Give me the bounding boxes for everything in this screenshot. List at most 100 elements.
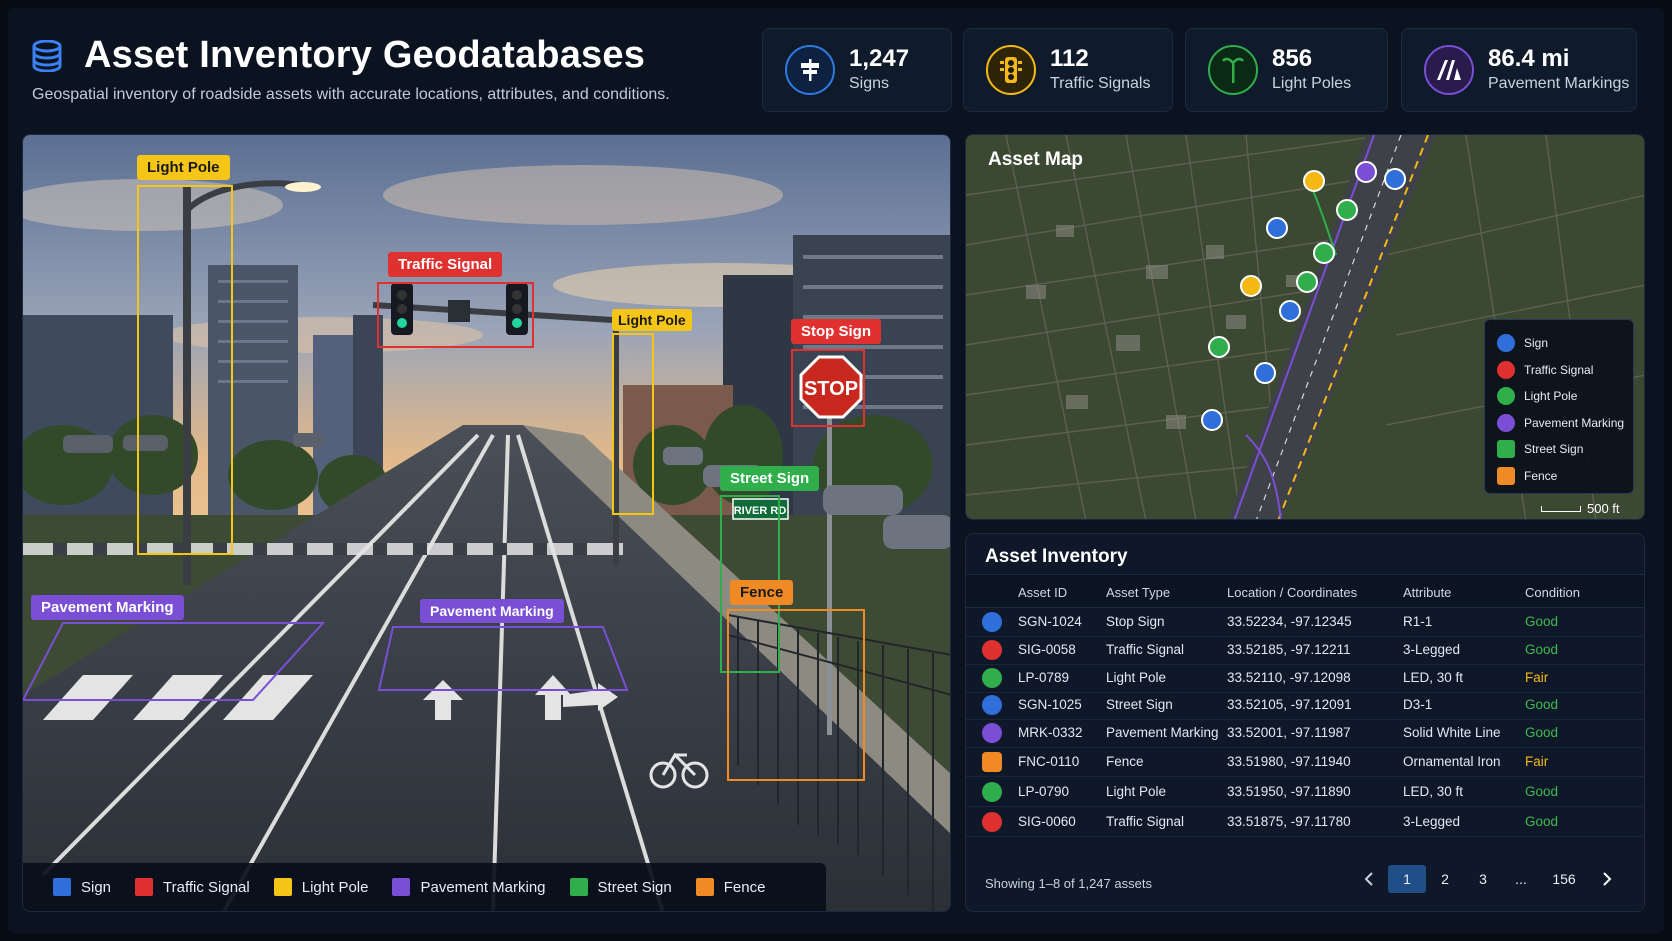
map-legend-street-sign: Street Sign — [1497, 436, 1633, 463]
traffic-light-icon — [982, 812, 1002, 832]
map-pin-sign[interactable] — [1384, 168, 1406, 190]
pagination: 1 2 3... 156 — [1350, 865, 1626, 893]
traffic-light-icon — [982, 640, 1002, 660]
table-header: Asset ID Asset Type Location / Coordinat… — [966, 574, 1644, 608]
legend-swatch — [569, 878, 588, 896]
location-cell: 33.51950, -97.11890 — [1227, 784, 1351, 799]
column-header[interactable]: Asset Type — [1106, 585, 1170, 600]
table-row[interactable]: SGN-1025 Street Sign 33.52105, -97.12091 D3… — [966, 691, 1644, 720]
legend-item-street-sign: Street Sign — [569, 878, 672, 896]
column-header[interactable]: Location / Coordinates — [1227, 585, 1357, 600]
map-pin-sign[interactable] — [1254, 362, 1276, 384]
next-page-button[interactable] — [1588, 865, 1626, 893]
legend-item-light-pole: Light Pole — [273, 878, 369, 896]
showing-count: Showing 1–8 of 1,247 assets — [985, 876, 1152, 891]
prev-page-button[interactable] — [1350, 865, 1388, 893]
asset-id-cell: SGN-1025 — [1018, 697, 1082, 712]
column-header[interactable]: Asset ID — [1018, 585, 1067, 600]
page-button[interactable]: 3 — [1464, 865, 1502, 893]
stat-card-signs: 1,247 Signs — [762, 28, 952, 112]
inventory-title: Asset Inventory — [985, 546, 1128, 567]
asset-id-cell: SIG-0058 — [1018, 642, 1076, 657]
sign-icon — [785, 45, 835, 95]
legend-item-pavement-marking: Pavement Marking — [392, 878, 546, 896]
map-legend-pavement-marking: Pavement Marking — [1497, 410, 1633, 437]
table-row[interactable]: SIG-0060 Traffic Signal 33.51875, -97.1178… — [966, 808, 1644, 837]
map-pin-sign[interactable] — [1201, 409, 1223, 431]
stat-value: 86.4 mi — [1488, 45, 1570, 72]
page-button[interactable]: 156 — [1540, 865, 1588, 893]
traffic-light-icon — [1497, 360, 1515, 379]
attribute-cell: R1-1 — [1403, 614, 1433, 629]
map-pin-light-pole[interactable] — [1336, 199, 1358, 221]
asset-id-cell: SGN-1024 — [1018, 614, 1082, 629]
map-pin-light-pole[interactable] — [1208, 336, 1230, 358]
table-row[interactable]: SGN-1024 Stop Sign 33.52234, -97.12345 R1-1… — [966, 608, 1644, 637]
stat-label: Traffic Signals — [1050, 75, 1151, 92]
page-subtitle: Geospatial inventory of roadside assets … — [32, 86, 670, 103]
legend-item-traffic-signal: Traffic Signal — [135, 878, 250, 896]
asset-map-panel[interactable]: Asset Map Sign Traffic Signal Light Pole… — [965, 134, 1645, 520]
legend-label: Fence — [723, 878, 766, 896]
stat-value: 112 — [1050, 45, 1089, 72]
map-legend-fence: Fence — [1497, 463, 1633, 490]
asset-type-cell: Stop Sign — [1106, 614, 1165, 629]
pavement-marking-icon — [1497, 413, 1515, 432]
asset-id-cell: MRK-0332 — [1018, 725, 1083, 740]
asset-type-cell: Light Pole — [1106, 670, 1167, 685]
asset-type-cell: Fence — [1106, 754, 1144, 769]
condition-cell: Good — [1525, 614, 1559, 629]
table-row[interactable]: FNC-0110 Fence 33.51980, -97.11940 Ornament… — [966, 748, 1644, 777]
table-row[interactable]: MRK-0332 Pavement Marking 33.52001, -97.11… — [966, 719, 1644, 748]
location-cell: 33.52105, -97.12091 — [1227, 697, 1352, 712]
legend-label: Fence — [1524, 468, 1558, 483]
scale-bar — [1541, 505, 1581, 512]
sign-icon — [982, 695, 1002, 715]
condition-cell: Good — [1525, 697, 1559, 712]
photo-legend: Sign Traffic Signal Light Pole Pavement … — [23, 863, 826, 911]
legend-label: Light Pole — [301, 878, 369, 896]
map-pin-sign[interactable] — [1266, 217, 1288, 239]
asset-id-cell: LP-0790 — [1018, 784, 1070, 799]
map-legend-sign: Sign — [1497, 330, 1633, 357]
light-pole-icon — [1497, 387, 1515, 406]
map-pin-pavement-marking[interactable] — [1355, 161, 1377, 183]
map-pin-light-pole[interactable] — [1296, 271, 1318, 293]
legend-swatch — [135, 878, 154, 896]
legend-label: Sign — [81, 878, 112, 896]
legend-swatch — [695, 878, 714, 896]
stat-value: 1,247 — [849, 45, 910, 72]
attribute-cell: D3-1 — [1403, 697, 1433, 712]
location-cell: 33.51980, -97.11940 — [1227, 754, 1351, 769]
table-row[interactable]: LP-0790 Light Pole 33.51950, -97.11890 LED,… — [966, 778, 1644, 807]
pavement-marking-icon — [1424, 45, 1474, 95]
traffic-light-icon — [986, 45, 1036, 95]
pavement-marking-bboxes — [23, 622, 629, 701]
map-pin-sign[interactable] — [1279, 300, 1301, 322]
condition-cell: Good — [1525, 814, 1559, 829]
pavement-marking-icon — [982, 723, 1002, 743]
page-button[interactable]: 1 — [1388, 865, 1426, 893]
condition-cell: Good — [1525, 784, 1559, 799]
column-header[interactable]: Attribute — [1403, 585, 1451, 600]
map-pin-light-pole[interactable] — [1313, 242, 1335, 264]
column-header[interactable]: Condition — [1525, 585, 1580, 600]
map-legend-traffic-signal: Traffic Signal — [1497, 357, 1633, 384]
legend-swatch — [392, 878, 411, 896]
map-pin-traffic-signal[interactable] — [1303, 170, 1325, 192]
asset-type-cell: Street Sign — [1106, 697, 1173, 712]
page-button[interactable]: 2 — [1426, 865, 1464, 893]
legend-item-sign: Sign — [53, 878, 111, 896]
map-legend-light-pole: Light Pole — [1497, 383, 1633, 410]
map-pin-traffic-signal[interactable] — [1240, 275, 1262, 297]
asset-id-cell: FNC-0110 — [1018, 754, 1080, 769]
asset-inventory-panel: Asset Inventory Asset ID Asset Type Loca… — [965, 533, 1645, 912]
table-row[interactable]: SIG-0058 Traffic Signal 33.52185, -97.1221… — [966, 636, 1644, 665]
asset-type-cell: Traffic Signal — [1106, 814, 1185, 829]
legend-swatch — [53, 878, 71, 896]
sign-icon — [982, 612, 1002, 632]
attribute-cell: Solid White Line — [1403, 725, 1501, 740]
table-row[interactable]: LP-0789 Light Pole 33.52110, -97.12098 LED,… — [966, 664, 1644, 693]
condition-cell: Fair — [1525, 754, 1549, 769]
legend-label: Light Pole — [1524, 389, 1578, 404]
